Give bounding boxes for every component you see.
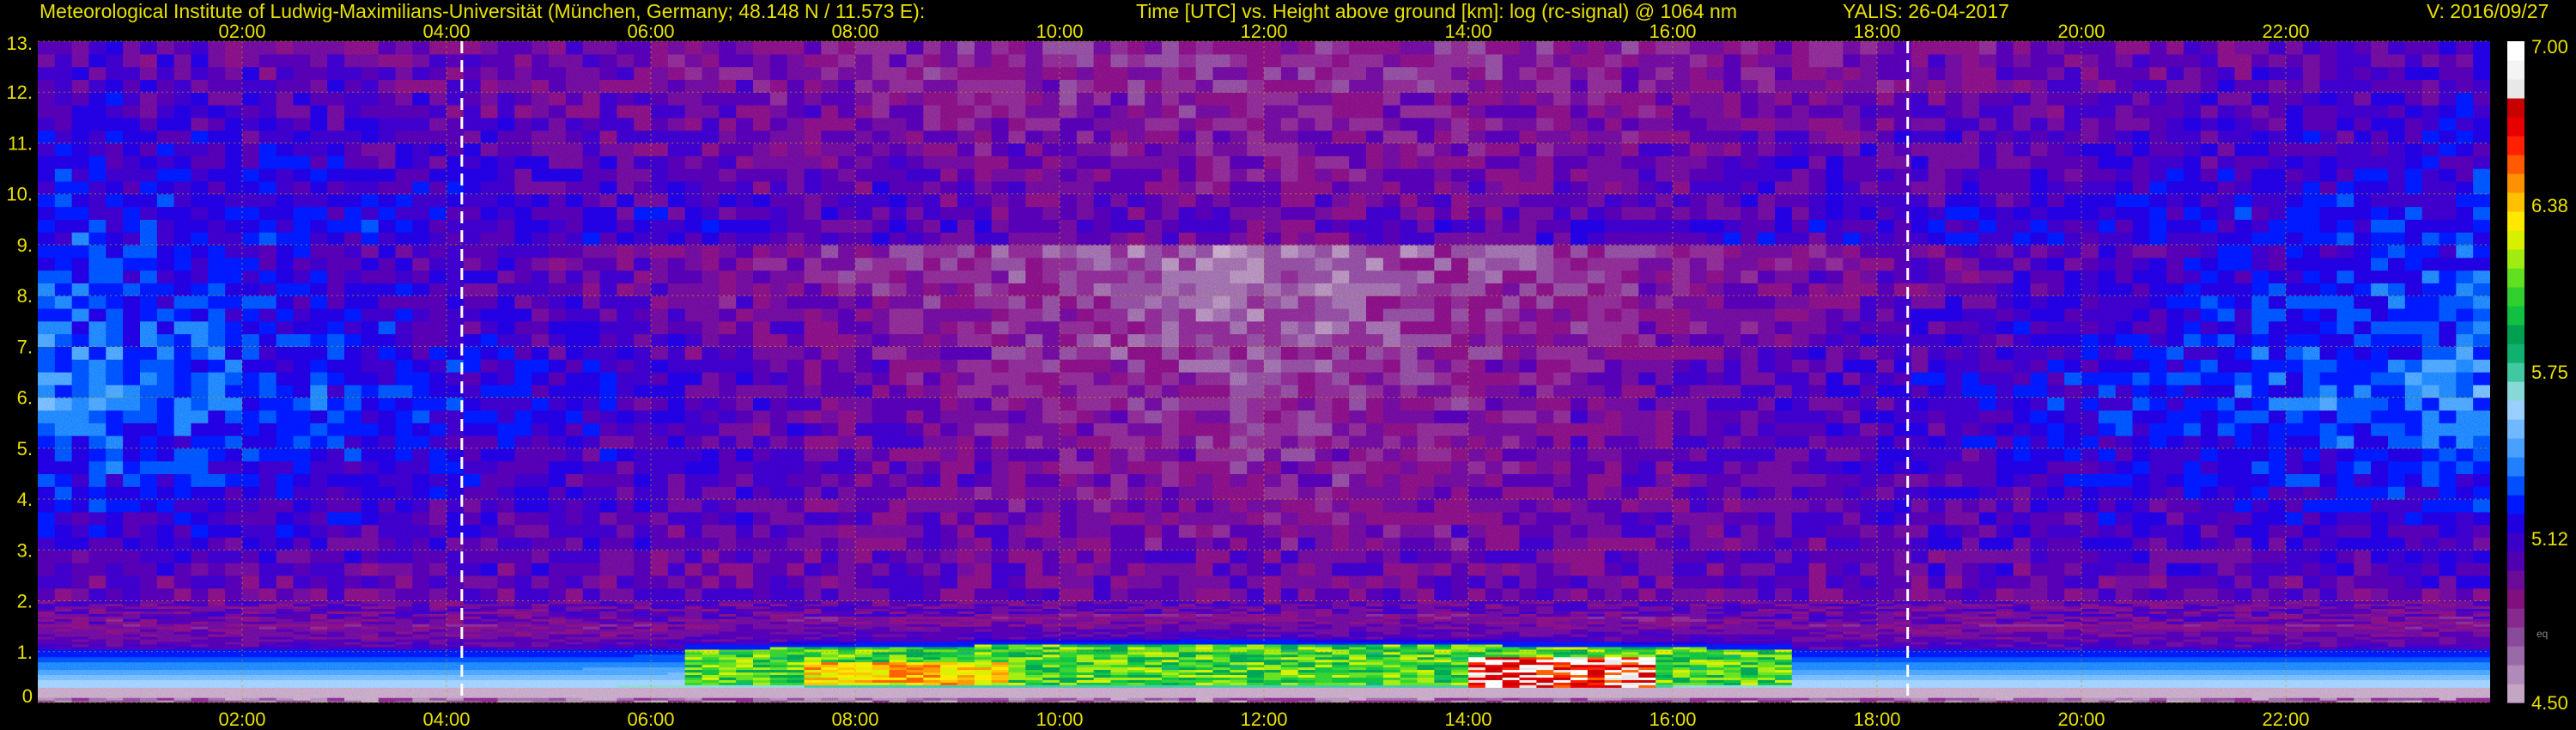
lidar-quicklook-chart: 02:00 04:00 06:00 08:00 10:00 12:00 14:00 16:00… xyxy=(6,21,2567,730)
